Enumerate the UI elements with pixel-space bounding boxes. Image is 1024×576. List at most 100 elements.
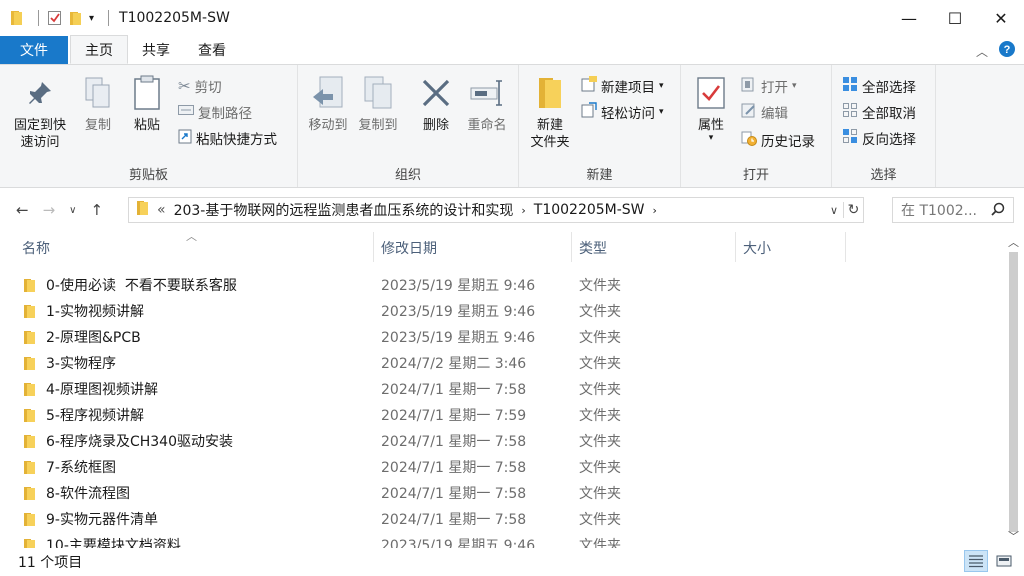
pin-icon bbox=[26, 71, 54, 115]
properties-icon[interactable] bbox=[47, 8, 63, 28]
copy-path-button[interactable]: 复制路径 bbox=[178, 101, 252, 123]
file-date: 2023/5/19 星期五 9:46 bbox=[381, 278, 536, 294]
scroll-up-icon[interactable]: ︿ bbox=[1008, 234, 1019, 250]
copy-path-label: 复制路径 bbox=[198, 106, 252, 122]
edit-icon bbox=[741, 102, 757, 122]
file-row[interactable]: 1-实物视频讲解 2023/5/19 星期五 9:46 文件夹 bbox=[0, 297, 1002, 323]
paste-shortcut-button[interactable]: 粘贴快捷方式 bbox=[178, 127, 277, 149]
file-row[interactable]: 10-主要模块文档资料 2023/5/19 星期五 9:46 文件夹 bbox=[0, 531, 1002, 548]
folder-icon bbox=[24, 331, 35, 344]
up-arrow-icon[interactable]: ↑ bbox=[90, 201, 103, 219]
file-row[interactable]: 4-原理图视频讲解 2024/7/1 星期一 7:58 文件夹 bbox=[0, 375, 1002, 401]
file-name: 2-原理图&PCB bbox=[46, 330, 141, 346]
breadcrumb-current[interactable]: T1002205M-SW bbox=[534, 202, 645, 218]
file-type: 文件夹 bbox=[579, 356, 621, 372]
refresh-icon[interactable]: ↻ bbox=[843, 202, 863, 218]
details-view-icon[interactable] bbox=[964, 550, 988, 572]
file-row[interactable]: 2-原理图&PCB 2023/5/19 星期五 9:46 文件夹 bbox=[0, 323, 1002, 349]
select-none-icon bbox=[842, 102, 858, 122]
tab-file[interactable]: 文件 bbox=[0, 36, 68, 64]
open-button[interactable]: 打开 ▾ bbox=[741, 75, 797, 97]
minimize-button[interactable]: — bbox=[886, 0, 932, 36]
clipboard-group: 固定到快 速访问 复制 粘贴 ✂ 剪切 复制路径 粘贴快捷方式 剪贴板 bbox=[0, 65, 298, 187]
address-dropdown-icon[interactable]: ∨ bbox=[825, 204, 843, 217]
select-all-icon bbox=[842, 76, 858, 96]
column-divider[interactable] bbox=[373, 232, 374, 262]
invert-selection-icon bbox=[842, 128, 858, 148]
tab-view[interactable]: 查看 bbox=[184, 36, 240, 64]
column-header-date[interactable]: 修改日期 bbox=[381, 238, 437, 258]
close-button[interactable]: ✕ bbox=[978, 0, 1024, 36]
properties-button[interactable]: 属性 ▾ bbox=[691, 71, 731, 143]
paste-shortcut-label: 粘贴快捷方式 bbox=[196, 132, 277, 148]
history-button[interactable]: 历史记录 bbox=[741, 129, 815, 151]
vertical-scrollbar[interactable]: ︿ ﹀ bbox=[1003, 228, 1024, 548]
paste-icon bbox=[132, 71, 162, 115]
breadcrumb-parent[interactable]: 203-基于物联网的远程监测患者血压系统的设计和实现 bbox=[174, 200, 514, 220]
select-group: 全部选择 全部取消 反向选择 选择 bbox=[832, 65, 936, 187]
file-row[interactable]: 5-程序视频讲解 2024/7/1 星期一 7:59 文件夹 bbox=[0, 401, 1002, 427]
column-header-size[interactable]: 大小 bbox=[743, 238, 771, 258]
collapse-ribbon-icon[interactable]: ︿ bbox=[976, 43, 988, 60]
delete-label: 删除 bbox=[422, 118, 449, 133]
file-row[interactable]: 9-实物元器件清单 2024/7/1 星期一 7:58 文件夹 bbox=[0, 505, 1002, 531]
column-divider[interactable] bbox=[571, 232, 572, 262]
scrollbar-thumb[interactable] bbox=[1009, 252, 1018, 532]
edit-button[interactable]: 编辑 bbox=[741, 101, 788, 123]
file-date: 2023/5/19 星期五 9:46 bbox=[381, 538, 536, 548]
invert-selection-button[interactable]: 反向选择 bbox=[842, 127, 916, 149]
new-folder-button[interactable]: 新建 文件夹 bbox=[523, 71, 577, 151]
recent-locations-icon[interactable]: ∨ bbox=[69, 205, 76, 216]
move-to-button[interactable]: 移动到 bbox=[304, 71, 352, 134]
file-row[interactable]: 3-实物程序 2024/7/2 星期二 3:46 文件夹 bbox=[0, 349, 1002, 375]
organize-group: 移动到 复制到 删除 重命名 组织 bbox=[298, 65, 519, 187]
search-icon[interactable] bbox=[991, 202, 1005, 220]
maximize-button[interactable]: ☐ bbox=[932, 0, 978, 36]
file-type: 文件夹 bbox=[579, 330, 621, 346]
rename-button[interactable]: 重命名 bbox=[462, 71, 512, 134]
customize-dropdown-icon[interactable]: ▾ bbox=[89, 8, 94, 28]
clipboard-group-label: 剪贴板 bbox=[128, 168, 168, 183]
large-icons-view-icon[interactable] bbox=[992, 550, 1016, 572]
select-none-button[interactable]: 全部取消 bbox=[842, 101, 916, 123]
new-folder-icon bbox=[537, 71, 563, 115]
column-divider[interactable] bbox=[845, 232, 846, 262]
scroll-down-icon[interactable]: ﹀ bbox=[1008, 528, 1019, 544]
new-folder-icon[interactable] bbox=[69, 8, 83, 28]
forward-arrow-icon[interactable]: → bbox=[43, 201, 56, 219]
new-item-button[interactable]: 新建项目 ▾ bbox=[581, 75, 664, 97]
file-row[interactable]: 8-软件流程图 2024/7/1 星期一 7:58 文件夹 bbox=[0, 479, 1002, 505]
file-row[interactable]: 6-程序烧录及CH340驱动安装 2024/7/1 星期一 7:58 文件夹 bbox=[0, 427, 1002, 453]
delete-button[interactable]: 删除 bbox=[416, 71, 456, 134]
pin-quick-access-button[interactable]: 固定到快 速访问 bbox=[8, 71, 72, 151]
file-name: 4-原理图视频讲解 bbox=[46, 382, 158, 398]
tab-share[interactable]: 共享 bbox=[128, 36, 184, 64]
search-input[interactable]: 在 T1002... bbox=[892, 197, 1014, 223]
copy-to-button[interactable]: 复制到 bbox=[354, 71, 402, 134]
column-header-name[interactable]: 名称 bbox=[22, 238, 50, 258]
file-row[interactable]: 0-使用必读 不看不要联系客服 2023/5/19 星期五 9:46 文件夹 bbox=[0, 271, 1002, 297]
breadcrumb-chevron-icon[interactable]: › bbox=[521, 204, 525, 217]
open-group: 属性 ▾ 打开 ▾ 编辑 历史记录 打开 bbox=[681, 65, 832, 187]
address-field[interactable]: « 203-基于物联网的远程监测患者血压系统的设计和实现 › T1002205M… bbox=[128, 197, 864, 223]
folder-icon bbox=[24, 409, 35, 422]
file-row[interactable]: 7-系统框图 2024/7/1 星期一 7:58 文件夹 bbox=[0, 453, 1002, 479]
file-list: ︿ 名称 修改日期 类型 大小 0-使用必读 不看不要联系客服 2023/5/1… bbox=[0, 228, 1002, 548]
window-title: T1002205M-SW bbox=[119, 10, 230, 26]
breadcrumb-overflow[interactable]: « bbox=[157, 202, 166, 218]
paste-button[interactable]: 粘贴 bbox=[126, 71, 168, 134]
copy-button[interactable]: 复制 bbox=[78, 71, 118, 134]
select-all-button[interactable]: 全部选择 bbox=[842, 75, 916, 97]
cut-button[interactable]: ✂ 剪切 bbox=[178, 75, 222, 97]
copy-path-icon bbox=[178, 104, 194, 120]
copy-to-label: 复制到 bbox=[358, 118, 398, 133]
select-all-label: 全部选择 bbox=[862, 80, 916, 96]
column-divider[interactable] bbox=[735, 232, 736, 262]
easy-access-button[interactable]: 轻松访问 ▾ bbox=[581, 101, 664, 123]
column-header-type[interactable]: 类型 bbox=[579, 238, 607, 258]
help-icon[interactable]: ? bbox=[998, 40, 1016, 62]
breadcrumb-chevron-icon[interactable]: › bbox=[653, 204, 657, 217]
tab-home[interactable]: 主页 bbox=[70, 35, 128, 64]
folder-icon bbox=[137, 200, 149, 220]
back-arrow-icon[interactable]: ← bbox=[16, 201, 29, 219]
